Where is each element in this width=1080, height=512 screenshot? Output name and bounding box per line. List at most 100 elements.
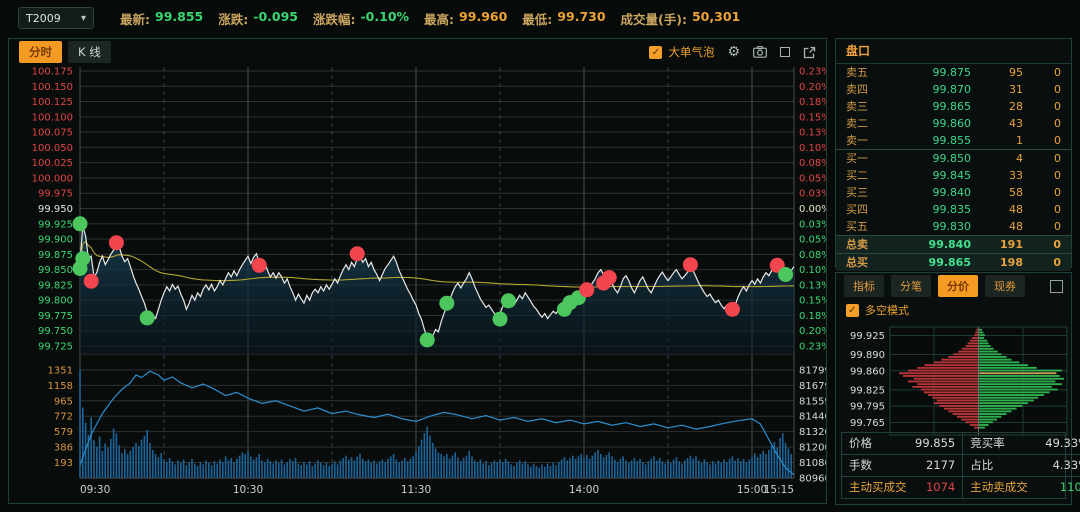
- price-area: [80, 226, 794, 354]
- stat-label: 价格: [842, 433, 908, 455]
- svg-text:0.13%: 0.13%: [799, 280, 826, 291]
- svg-text:0.20%: 0.20%: [799, 326, 826, 337]
- svg-text:99.725: 99.725: [38, 342, 73, 353]
- sell-bubble: [252, 258, 267, 273]
- svg-text:15:15: 15:15: [764, 484, 794, 496]
- svg-text:0.15%: 0.15%: [799, 296, 826, 307]
- svg-text:100.075: 100.075: [32, 128, 73, 139]
- sell-bubble: [84, 274, 99, 289]
- orderbook-volume: 48: [971, 218, 1023, 235]
- svg-text:0.03%: 0.03%: [799, 189, 826, 200]
- svg-text:81799: 81799: [799, 366, 826, 377]
- maximize-icon[interactable]: [780, 47, 790, 57]
- orderbook-extra: 0: [1023, 167, 1061, 184]
- svg-text:09:30: 09:30: [80, 484, 110, 496]
- orderbook-level-label: 总买: [846, 254, 884, 271]
- svg-text:99.765: 99.765: [850, 418, 885, 429]
- distribution-labels: 99.92599.89099.86099.82599.79599.765: [850, 331, 885, 429]
- right-tab[interactable]: 分价: [938, 275, 978, 297]
- settings-icon[interactable]: ⚙: [727, 45, 740, 59]
- intraday-chart[interactable]: 100.175100.150100.125100.100100.075100.0…: [9, 65, 826, 503]
- orderbook-volume: 48: [971, 201, 1023, 218]
- sell-bubble: [579, 282, 594, 297]
- svg-text:99.890: 99.890: [850, 350, 885, 361]
- chart-type-tabs: 分时 K 线: [19, 41, 111, 63]
- svg-text:81559: 81559: [799, 396, 826, 407]
- svg-text:0.05%: 0.05%: [799, 173, 826, 184]
- camera-icon[interactable]: [753, 46, 767, 58]
- buy-bubble: [501, 293, 516, 308]
- price-stats-table: 价格99.855竞买率49.33%手数2177占比4.33%主动买成交1074主…: [841, 432, 1066, 499]
- svg-text:99.875: 99.875: [38, 250, 73, 261]
- orderbook-level-label: 总卖: [846, 236, 884, 253]
- orderbook-volume: 31: [971, 81, 1023, 98]
- right-tab[interactable]: 现券: [985, 275, 1025, 297]
- orderbook-price: 99.865: [884, 98, 971, 115]
- quote-field-value: 50,301: [692, 9, 740, 28]
- svg-text:81440: 81440: [799, 412, 826, 423]
- quote-field-label: 涨跌:: [218, 9, 248, 28]
- svg-text:193: 193: [54, 458, 73, 469]
- sell-bubble: [725, 302, 740, 317]
- orderbook-row[interactable]: 买三99.840580: [836, 184, 1071, 201]
- orderbook-price: 99.840: [884, 236, 971, 253]
- orderbook-extra: 0: [1023, 254, 1061, 271]
- svg-text:0.23%: 0.23%: [799, 342, 826, 353]
- chart-tab-kline[interactable]: K 线: [68, 41, 111, 63]
- svg-text:0.13%: 0.13%: [799, 128, 826, 139]
- quote-field-value: 99.855: [155, 9, 203, 28]
- svg-text:0.08%: 0.08%: [799, 250, 826, 261]
- orderbook-row[interactable]: 卖五99.875950: [836, 64, 1071, 81]
- pin-checkbox[interactable]: [1050, 280, 1063, 293]
- stat-value: 1074: [908, 477, 962, 498]
- orderbook-row[interactable]: 买四99.835480: [836, 201, 1071, 218]
- svg-text:579: 579: [54, 427, 73, 438]
- orderbook-level-label: 卖四: [846, 81, 884, 98]
- stat-value: 1103: [1038, 477, 1080, 498]
- orderbook-volume: 1: [971, 132, 1023, 149]
- svg-text:0.18%: 0.18%: [799, 311, 826, 322]
- quote-field-label: 最高:: [424, 9, 454, 28]
- quote-field-label: 涨跌幅:: [313, 9, 356, 28]
- orderbook-row[interactable]: 卖四99.870310: [836, 81, 1071, 98]
- buy-bubble: [73, 216, 88, 231]
- sell-bubble: [350, 246, 365, 261]
- orderbook-row[interactable]: 总卖99.8401910: [836, 235, 1071, 253]
- symbol-select[interactable]: T2009 ▾: [18, 7, 94, 29]
- quote-field-label: 最新:: [120, 9, 150, 28]
- quote-field-value: -0.10%: [360, 9, 409, 28]
- svg-text:99.925: 99.925: [850, 331, 885, 342]
- buy-bubble: [420, 332, 435, 347]
- orderbook-row[interactable]: 卖二99.860430: [836, 115, 1071, 132]
- stat-label: 手数: [842, 455, 908, 477]
- right-tab[interactable]: 指标: [844, 275, 884, 297]
- orderbook-price: 99.840: [884, 184, 971, 201]
- svg-text:99.800: 99.800: [38, 296, 73, 307]
- orderbook-price: 99.835: [884, 201, 971, 218]
- orderbook-row[interactable]: 买一99.85040: [836, 149, 1071, 167]
- orderbook-row[interactable]: 买二99.845330: [836, 167, 1071, 184]
- svg-text:99.900: 99.900: [38, 235, 73, 246]
- sell-bubble: [109, 235, 124, 250]
- svg-text:10:30: 10:30: [233, 484, 263, 496]
- orderbook-row[interactable]: 卖一99.85510: [836, 132, 1071, 149]
- popout-icon[interactable]: [803, 46, 816, 59]
- orderbook-row[interactable]: 卖三99.865280: [836, 98, 1071, 115]
- svg-text:386: 386: [54, 443, 73, 454]
- svg-text:99.850: 99.850: [38, 265, 73, 276]
- chart-tab-timeshare[interactable]: 分时: [19, 41, 62, 63]
- price-distribution-chart: 99.92599.89099.86099.82599.79599.765: [840, 323, 1069, 437]
- svg-text:0.20%: 0.20%: [799, 82, 826, 93]
- quote-field: 涨跌幅:-0.10%: [313, 9, 409, 28]
- big-order-bubble-checkbox[interactable]: ✓: [649, 46, 662, 59]
- svg-text:81679: 81679: [799, 381, 826, 392]
- quote-field: 最高:99.960: [424, 9, 507, 28]
- orderbook-row[interactable]: 总买99.8651980: [836, 253, 1071, 271]
- orderbook-row[interactable]: 买五99.830480: [836, 218, 1071, 235]
- chart-header: 分时K 线 ✓ 大单气泡 ⚙: [9, 39, 826, 65]
- orderbook-volume: 28: [971, 98, 1023, 115]
- right-tab[interactable]: 分笔: [891, 275, 931, 297]
- svg-text:99.975: 99.975: [38, 189, 73, 200]
- long-short-mode-checkbox[interactable]: ✓: [846, 304, 859, 317]
- svg-text:14:00: 14:00: [569, 484, 599, 496]
